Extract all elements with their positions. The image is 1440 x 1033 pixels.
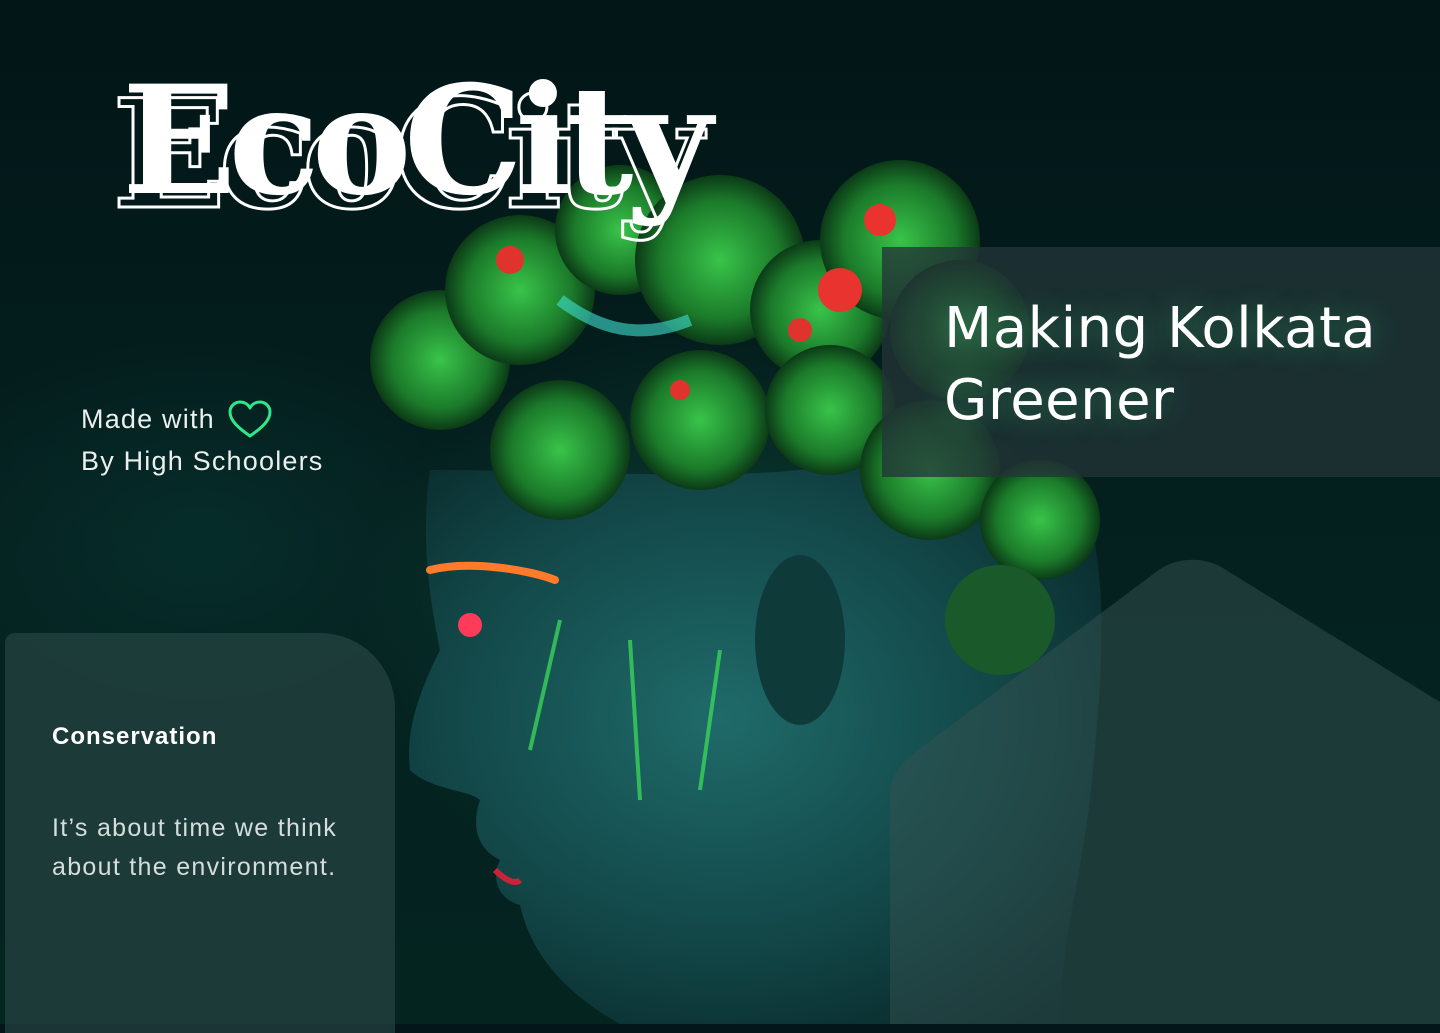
house-shape-decoration (890, 559, 1440, 1024)
conservation-text: It’s about time we think about the envir… (52, 814, 338, 881)
made-by-label: By High Schoolers (81, 446, 324, 476)
made-with-block: Made with By High Schoolers (81, 398, 324, 482)
brand-title: EcoCity EcoCity (111, 53, 852, 276)
brand-title-text: EcoCity (122, 53, 713, 229)
tagline-line-1: Making Kolkata (944, 296, 1377, 361)
tagline: Making Kolkata Greener (944, 293, 1376, 437)
tagline-line-2: Greener (944, 368, 1175, 433)
tagline-panel: Making Kolkata Greener (882, 247, 1440, 477)
heart-icon (228, 400, 272, 438)
conservation-heading: Conservation (52, 723, 218, 750)
made-with-label: Made with (81, 404, 215, 434)
conservation-card: Conservation It’s about time we think ab… (5, 633, 395, 1033)
